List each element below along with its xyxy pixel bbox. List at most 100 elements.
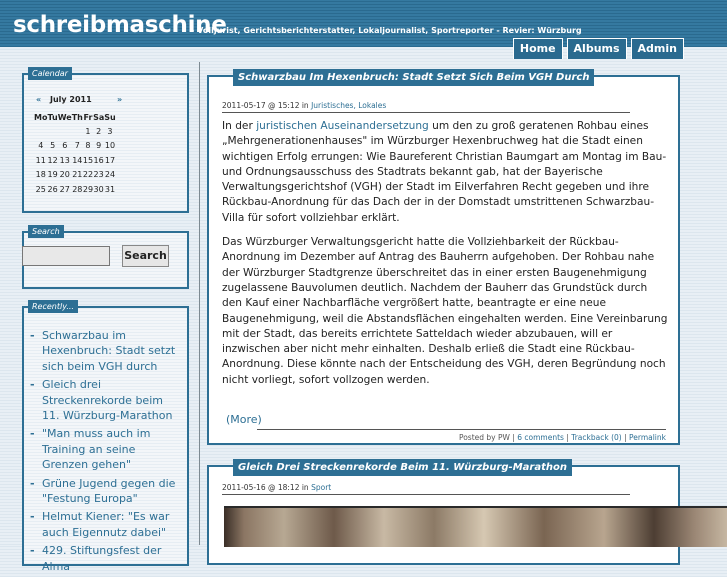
calendar-day: 9 bbox=[96, 141, 102, 151]
calendar-day: 29 bbox=[82, 184, 94, 194]
calendar-day: 19 bbox=[47, 170, 58, 180]
post-categories[interactable]: Juristisches, Lokales bbox=[311, 101, 386, 110]
bullet-dash: - bbox=[30, 544, 35, 558]
recent-title: Recently... bbox=[28, 300, 78, 313]
calendar-day: 25 bbox=[35, 184, 46, 194]
trackback-link[interactable]: Trackback (0) bbox=[571, 433, 621, 442]
weekday: We bbox=[57, 112, 72, 122]
recent-item-link[interactable]: 429. Stiftungsfest der Alma bbox=[42, 544, 161, 572]
calendar-day: 31 bbox=[104, 184, 116, 194]
calendar-day bbox=[58, 124, 72, 139]
weekday: Th bbox=[71, 112, 83, 122]
calendar-day: 3 bbox=[107, 126, 113, 136]
more-link[interactable]: (More) bbox=[226, 413, 262, 426]
post-footer: Posted by PW | 6 comments | Trackback (0… bbox=[257, 429, 666, 443]
calendar-weekdays: Mo Tu We Th Fr Sa Su bbox=[34, 110, 116, 124]
weekday: Mo bbox=[34, 112, 48, 122]
calendar-week: 25 26 27 28 29 30 31 bbox=[34, 182, 116, 197]
nav-albums[interactable]: Albums bbox=[566, 38, 627, 59]
calendar-day: 18 bbox=[35, 170, 46, 180]
weekday: Sa bbox=[93, 112, 105, 122]
calendar-day: 2 bbox=[96, 126, 102, 136]
calendar-day: 13 bbox=[59, 155, 70, 165]
recent-item[interactable]: - Grüne Jugend gegen die "Festung Europa" bbox=[30, 476, 182, 507]
bullet-dash: - bbox=[30, 378, 35, 392]
calendar-day: 1 bbox=[85, 126, 91, 136]
calendar-day: 30 bbox=[93, 184, 104, 194]
calendar-widget: Calendar « July 2011 » Mo Tu We Th Fr Sa… bbox=[22, 67, 189, 213]
bullet-dash: - bbox=[30, 476, 35, 490]
calendar-day: 17 bbox=[104, 155, 116, 165]
recent-item[interactable]: - Helmut Kiener: "Es war auch Eigennutz d… bbox=[30, 509, 182, 540]
calendar-day: 12 bbox=[47, 155, 58, 165]
calendar-day: 28 bbox=[72, 184, 83, 194]
weekday: Su bbox=[104, 112, 116, 122]
recent-item-link[interactable]: Helmut Kiener: "Es war auch Eigennutz da… bbox=[42, 510, 169, 538]
search-button[interactable]: Search bbox=[122, 245, 169, 267]
recent-item-link[interactable]: Gleich drei Streckenrekorde beim 11. Wür… bbox=[42, 378, 172, 422]
recent-item-link[interactable]: "Man muss auch im Training an seine Gren… bbox=[42, 427, 150, 471]
permalink-link[interactable]: Permalink bbox=[629, 433, 666, 442]
recent-item-link[interactable]: Grüne Jugend gegen die "Festung Europa" bbox=[42, 477, 175, 505]
post-body: In der juristischen Auseinandersetzung u… bbox=[222, 119, 669, 397]
calendar-grid: Mo Tu We Th Fr Sa Su 1 2 3 4 5 6 7 8 9 1… bbox=[34, 110, 116, 197]
posted-by: Posted by PW | bbox=[458, 433, 515, 442]
calendar-day: 4 bbox=[38, 141, 44, 151]
calendar-week: 1 2 3 bbox=[34, 124, 116, 139]
post-paragraph: Das Würzburger Verwaltungsgericht hatte … bbox=[222, 236, 668, 386]
weekday: Tu bbox=[47, 112, 58, 122]
calendar-week: 4 5 6 7 8 9 10 bbox=[34, 139, 116, 154]
search-input[interactable] bbox=[22, 246, 110, 266]
search-title: Search bbox=[28, 225, 64, 238]
post-photo bbox=[224, 506, 727, 547]
recent-item-link[interactable]: Schwarzbau im Hexenbruch: Stadt setzt si… bbox=[42, 329, 175, 373]
post-title[interactable]: Schwarzbau Im Hexenbruch: Stadt Setzt Si… bbox=[233, 69, 595, 86]
calendar-day: 15 bbox=[82, 155, 94, 165]
calendar-day: 6 bbox=[62, 141, 68, 151]
calendar-day: 5 bbox=[50, 141, 56, 151]
calendar-prev-link[interactable]: « bbox=[36, 95, 41, 104]
calendar-day: 7 bbox=[74, 141, 80, 151]
inline-link[interactable]: juristischen Auseinandersetzung bbox=[256, 120, 429, 132]
main-nav: Home Albums Admin bbox=[512, 38, 684, 59]
bullet-dash: - bbox=[30, 427, 35, 441]
post-categories[interactable]: Sport bbox=[311, 483, 331, 492]
nav-home[interactable]: Home bbox=[512, 38, 563, 59]
text-span: um den zu groß geratenen Rohbau eines „M… bbox=[222, 120, 667, 224]
search-widget: Search Search bbox=[22, 225, 189, 289]
calendar-day bbox=[72, 124, 83, 139]
calendar-header: « July 2011 » bbox=[34, 95, 124, 106]
calendar-day: 8 bbox=[85, 141, 91, 151]
site-tagline: - Volljurist, Gerichtsberichterstatter, … bbox=[191, 26, 582, 35]
calendar-day: 21 bbox=[72, 170, 83, 180]
post-paragraph: In der juristischen Auseinandersetzung u… bbox=[222, 119, 669, 226]
post-date: 2011-05-16 @ 18:12 in bbox=[222, 483, 309, 492]
calendar-title: Calendar bbox=[28, 67, 72, 80]
bullet-dash: - bbox=[30, 510, 35, 524]
calendar-week: 18 19 20 21 22 23 24 bbox=[34, 168, 116, 183]
calendar-day: 22 bbox=[82, 170, 94, 180]
comments-link[interactable]: 6 comments bbox=[517, 433, 564, 442]
calendar-week: 11 12 13 14 15 16 17 bbox=[34, 153, 116, 168]
recent-item[interactable]: - Gleich drei Streckenrekorde beim 11. Wü… bbox=[30, 377, 182, 423]
calendar-day: 24 bbox=[104, 170, 116, 180]
recent-item[interactable]: - "Man muss auch im Training an seine Gre… bbox=[30, 426, 182, 472]
calendar-day: 11 bbox=[35, 155, 46, 165]
post-title[interactable]: Gleich Drei Streckenrekorde Beim 11. Wür… bbox=[233, 459, 572, 476]
recent-item[interactable]: -429. Stiftungsfest der Alma bbox=[30, 543, 182, 574]
calendar-month: July 2011 bbox=[50, 95, 92, 104]
calendar-day: 10 bbox=[104, 141, 116, 151]
site-header: schreibmaschine - Volljurist, Gerichtsbe… bbox=[0, 0, 727, 59]
calendar-day: 16 bbox=[93, 155, 104, 165]
post-meta: 2011-05-16 @ 18:12 in Sport bbox=[222, 483, 630, 495]
calendar-next-link[interactable]: » bbox=[117, 95, 122, 104]
column-divider bbox=[199, 62, 200, 545]
nav-admin[interactable]: Admin bbox=[630, 38, 684, 59]
post-date: 2011-05-17 @ 15:12 in bbox=[222, 101, 309, 110]
calendar-day: 27 bbox=[59, 184, 70, 194]
bullet-dash: - bbox=[30, 329, 35, 342]
recent-item[interactable]: - Schwarzbau im Hexenbruch: Stadt setzt s… bbox=[30, 328, 182, 374]
blog-post: Schwarzbau Im Hexenbruch: Stadt Setzt Si… bbox=[207, 69, 680, 445]
post-meta: 2011-05-17 @ 15:12 in Juristisches, Loka… bbox=[222, 101, 630, 113]
calendar-day: 20 bbox=[59, 170, 70, 180]
